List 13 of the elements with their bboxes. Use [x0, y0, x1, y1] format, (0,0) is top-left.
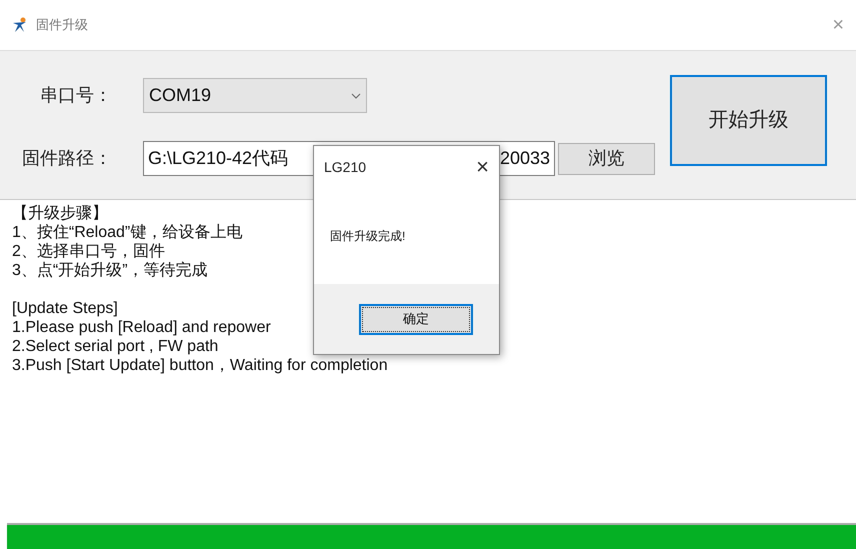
dialog-title: LG210	[324, 158, 366, 176]
instruction-line: 【升级步骤】	[12, 204, 108, 223]
port-label: 串口号：	[39, 84, 113, 107]
instruction-line: 1.Please push [Reload] and repower	[12, 318, 271, 337]
path-label: 固件路径：	[22, 147, 113, 170]
window-title: 固件升级	[36, 16, 88, 34]
instruction-line: 2.Select serial port , FW path	[12, 337, 218, 356]
instruction-line: [Update Steps]	[12, 299, 118, 318]
instruction-line: 1、按住“Reload”键，给设备上电	[12, 223, 242, 242]
instruction-line: 2、选择串口号，固件	[12, 242, 165, 261]
instruction-line: 3.Push [Start Update] button，Waiting for completion	[12, 356, 388, 375]
instruction-line: 3、点“开始升级”，等待完成	[12, 261, 208, 280]
dialog-message: 固件升级完成!	[330, 228, 406, 245]
